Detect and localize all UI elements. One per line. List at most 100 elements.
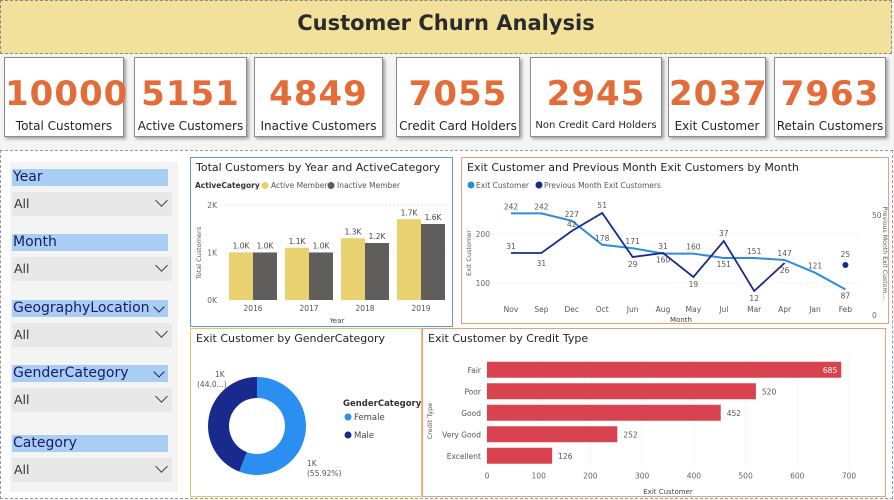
x-tick-label: Aug [656, 305, 671, 314]
series-line-exit [511, 212, 846, 291]
y-axis-label: Exit Customer [465, 230, 473, 276]
legend-title: GenderCategory [343, 399, 421, 409]
slice-label-female-pct: (55.92%) [307, 469, 342, 478]
slicer-year-dropdown[interactable]: All [12, 192, 172, 216]
slicer-gender-dropdown[interactable]: All [12, 388, 172, 412]
kpi-value: 2037 [669, 74, 768, 114]
x-tick-label: 700 [842, 472, 857, 481]
slicer-gender-label: GenderCategory [13, 365, 129, 381]
kpi-label: Credit Card Holders [399, 119, 517, 133]
bar-inactive-2016 [253, 252, 277, 300]
x-tick-label: 200 [583, 472, 598, 481]
y-tick-label: 100 [476, 279, 491, 288]
data-label-prev: 42 [567, 220, 577, 229]
slicer-value: All [14, 327, 30, 342]
chevron-down-icon [155, 194, 168, 207]
x-tick-label: 600 [790, 472, 805, 481]
chevron-down-icon [155, 259, 168, 272]
chart-exit-by-gender: 1K(55.92%)1K(44.0...)GenderCategoryFemal… [197, 370, 421, 478]
y-tick-label: 2K [207, 201, 218, 210]
x-tick-label: Jun [626, 305, 639, 314]
x-tick-label: Mar [747, 305, 762, 314]
kpi-card-credit-card-holders: 7055 Credit Card Holders [396, 57, 520, 137]
y2-axis-label: Previous Month Exit Custom... [881, 207, 888, 300]
kpi-value: 4849 [269, 74, 368, 114]
slicer-month-title: Month [12, 234, 168, 251]
panel-exit-by-month: Exit Customer and Previous Month Exit Cu… [461, 157, 889, 324]
panel-exit-by-gender: Exit Customer by GenderCategory 1K (55.92… [190, 328, 422, 497]
x-tick-label: 300 [635, 472, 650, 481]
x-tick-label: 0 [485, 472, 490, 481]
legend-label-active: Active Member [271, 181, 328, 190]
data-label-prev: 19 [689, 280, 699, 289]
data-label-exit: 121 [808, 262, 823, 271]
bar-active-2017 [285, 247, 309, 300]
data-label: 1.0K [257, 242, 275, 251]
y-tick-label: 0K [207, 296, 218, 305]
bar-inactive-2017 [309, 252, 333, 300]
data-label-exit: 227 [565, 210, 580, 219]
legend-label-exit: Exit Customer [476, 181, 530, 190]
kpi-label: Inactive Customers [260, 119, 377, 133]
slicer-geography-title: GeographyLocation [12, 300, 168, 317]
slicer-geography-label: GeographyLocation [13, 300, 150, 316]
y-tick-label: Fair [468, 366, 482, 375]
panel-customers-by-year: Total Customers by Year and ActiveCatego… [190, 157, 453, 327]
x-tick-label: Jul [718, 305, 728, 314]
kpi-label: Retain Customers [776, 119, 884, 133]
legend-marker-female [344, 413, 352, 421]
kpi-value: 5151 [141, 74, 240, 114]
x-tick-label: 2018 [355, 304, 374, 313]
slicer-gender-title: GenderCategory [12, 365, 168, 382]
x-tick-label: 100 [532, 472, 547, 481]
slice-label-male: 1K [215, 370, 226, 379]
bar-inactive-2019 [421, 224, 445, 300]
data-label-prev: 31 [537, 259, 547, 268]
data-label-exit: 87 [841, 291, 851, 300]
kpi-label: Non Credit Card Holders [535, 120, 657, 131]
slicer-panel: Year All Month All GeographyLocation All… [10, 162, 178, 492]
header-banner: Customer Churn Analysis [0, 0, 892, 54]
bar-active-2018 [341, 238, 365, 300]
legend-marker-male [344, 431, 352, 439]
data-label: 452 [727, 409, 742, 418]
chart-customers-by-year: ActiveCategory Active Member Inactive Memb… [195, 181, 449, 325]
x-axis-label: Year [329, 317, 345, 325]
y-axis-label: Credit Type [426, 403, 434, 440]
slicer-year-title: Year [12, 169, 168, 186]
kpi-card-non-credit-card-holders: 2945 Non Credit Card Holders [530, 57, 662, 137]
x-tick-label: Dec [565, 305, 580, 314]
bar-fair [487, 361, 842, 378]
data-label: 1.0K [313, 242, 331, 251]
data-label-prev: 26 [780, 266, 790, 275]
data-label: 1.6K [425, 213, 443, 222]
data-label-prev: 51 [597, 201, 607, 210]
y-axis-label: Total Customers [195, 226, 203, 280]
x-tick-label: 400 [687, 472, 702, 481]
chart-title: Exit Customer and Previous Month Exit Cu… [467, 161, 799, 174]
bar-very-good [487, 426, 618, 443]
x-axis-label: Month [670, 316, 692, 323]
data-label-prev: 37 [719, 229, 729, 238]
data-label: 1.7K [401, 208, 419, 217]
data-label-prev: 31 [658, 242, 668, 251]
bar-inactive-2018 [365, 243, 389, 300]
slicer-geography-dropdown[interactable]: All [12, 323, 172, 347]
data-label: 1.3K [345, 227, 363, 236]
slicer-value: All [14, 261, 30, 276]
chart-title: Exit Customer by GenderCategory [196, 332, 386, 345]
chevron-down-icon[interactable] [153, 301, 165, 313]
bar-excellent [487, 447, 553, 464]
data-label: 1.1K [289, 237, 307, 246]
kpi-card-exit-customer: 2037 Exit Customer [668, 57, 768, 137]
chevron-down-icon[interactable] [153, 366, 165, 378]
series-point-prev [842, 262, 849, 268]
slicer-value: All [14, 392, 30, 407]
slicer-category-dropdown[interactable]: All [12, 458, 172, 482]
bar-poor [487, 383, 756, 400]
slicer-month-dropdown[interactable]: All [12, 257, 172, 281]
bar-active-2016 [229, 252, 253, 300]
kpi-value: 7963 [780, 74, 880, 114]
kpi-card-retain-customers: 7963 Retain Customers [774, 57, 886, 137]
data-label-exit: 151 [747, 247, 762, 256]
